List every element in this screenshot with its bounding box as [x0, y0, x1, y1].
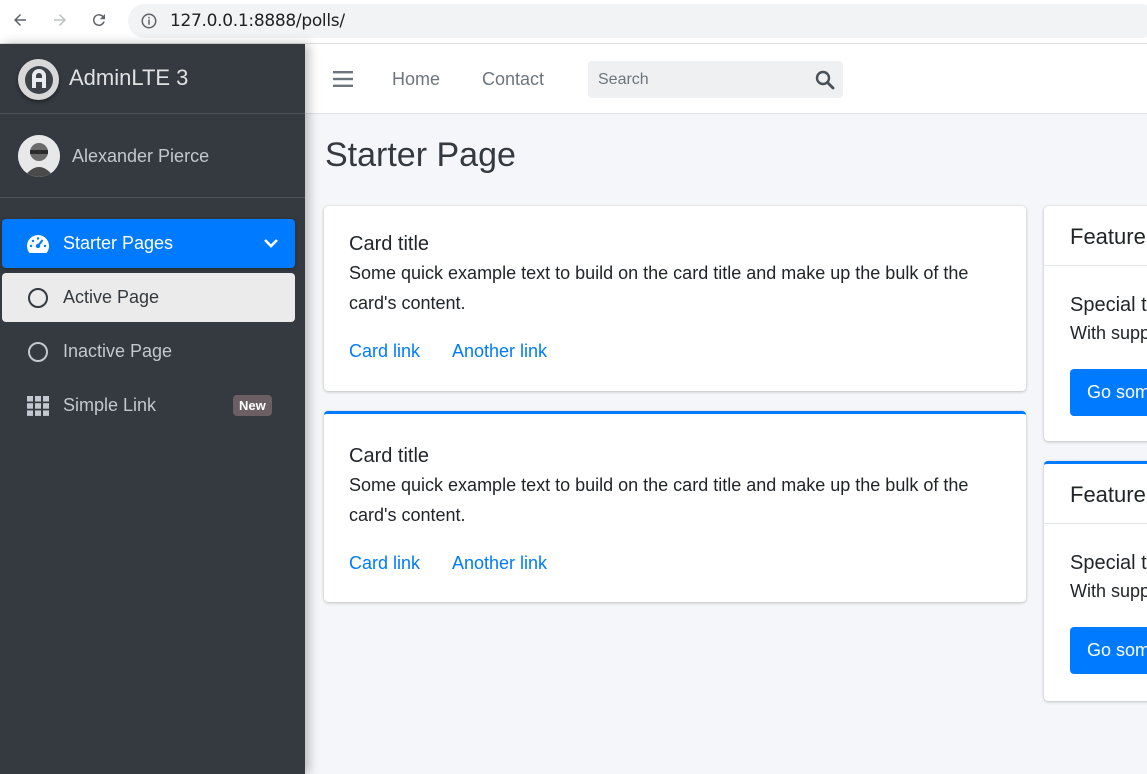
card-header-title: Feature	[1070, 482, 1146, 507]
card-title: Card title	[349, 445, 430, 467]
card-title: Special t	[1070, 294, 1147, 316]
card-text: Some quick example text to build on the …	[349, 263, 969, 313]
sidebar-item-label: Inactive Page	[63, 341, 173, 361]
card-header: Feature	[1044, 464, 1147, 524]
card-header-title: Feature	[1070, 224, 1146, 249]
card-link[interactable]: Card link	[349, 341, 420, 362]
user-name: Alexander Pierce	[72, 146, 210, 166]
card-primary-outline: Card title Some quick example text to bu…	[324, 411, 1026, 602]
nav-link-home[interactable]: Home	[392, 69, 440, 90]
dashboard-gauge-icon	[26, 232, 50, 256]
user-panel[interactable]: Alexander Pierce	[0, 114, 305, 198]
another-link[interactable]: Another link	[452, 341, 547, 362]
go-somewhere-button[interactable]: Go som	[1070, 369, 1147, 416]
search-icon[interactable]	[815, 70, 835, 90]
search-form	[588, 61, 843, 98]
sidebar-item-label: Simple Link	[63, 395, 157, 415]
new-badge: New	[233, 395, 272, 416]
brand-link[interactable]: AdminLTE 3	[0, 44, 305, 114]
sidebar-item-label: Active Page	[63, 287, 160, 307]
card-text: With supp	[1070, 323, 1147, 343]
top-navbar: Home Contact	[305, 44, 1147, 114]
address-bar[interactable]: 127.0.0.1:8888/polls/	[128, 4, 1147, 38]
card: Card title Some quick example text to bu…	[324, 206, 1026, 391]
card-header: Feature	[1044, 206, 1147, 266]
main-sidebar: AdminLTE 3 Alexander Pierce Starter Page…	[0, 44, 305, 774]
adminlte-logo-icon	[24, 65, 53, 94]
url-text: 127.0.0.1:8888/polls/	[170, 11, 345, 31]
card-text: Some quick example text to build on the …	[349, 475, 969, 525]
forward-button[interactable]	[48, 8, 72, 32]
brand-logo	[18, 59, 59, 100]
reload-icon	[92, 14, 105, 27]
sidebar-item-starter-pages[interactable]: Starter Pages	[2, 219, 295, 268]
search-input[interactable]	[588, 61, 798, 98]
sidebar-item-label: Starter Pages	[63, 233, 174, 253]
sidebar-item-inactive-page[interactable]: Inactive Page	[2, 327, 295, 376]
reload-button[interactable]	[87, 8, 111, 32]
card-title: Special t	[1070, 552, 1147, 574]
hamburger-menu-icon[interactable]	[333, 70, 353, 88]
avatar	[18, 135, 60, 177]
nav-link-contact[interactable]: Contact	[482, 69, 544, 90]
card-link[interactable]: Card link	[349, 553, 420, 574]
sidebar-item-active-page[interactable]: Active Page	[2, 273, 295, 322]
featured-card-primary-outline: Feature Special t With supp Go som	[1044, 461, 1147, 701]
page-title: Starter Page	[325, 136, 516, 174]
user-avatar-icon	[18, 135, 60, 177]
grid-icon	[26, 394, 50, 418]
browser-toolbar: 127.0.0.1:8888/polls/	[0, 0, 1147, 44]
sidebar-item-simple-link[interactable]: Simple Link New	[2, 381, 295, 430]
another-link[interactable]: Another link	[452, 553, 547, 574]
circle-outline-icon	[26, 286, 50, 310]
arrow-right-icon	[54, 14, 66, 26]
back-button[interactable]	[8, 8, 32, 32]
info-icon[interactable]	[140, 12, 158, 30]
circle-outline-icon	[26, 340, 50, 364]
go-somewhere-button[interactable]: Go som	[1070, 627, 1147, 674]
card-text: With supp	[1070, 581, 1147, 601]
brand-text: AdminLTE 3	[69, 65, 189, 90]
card-title: Card title	[349, 233, 430, 255]
featured-card: Feature Special t With supp Go som	[1044, 206, 1147, 441]
chevron-down-icon	[264, 239, 278, 248]
arrow-left-icon	[14, 14, 26, 26]
